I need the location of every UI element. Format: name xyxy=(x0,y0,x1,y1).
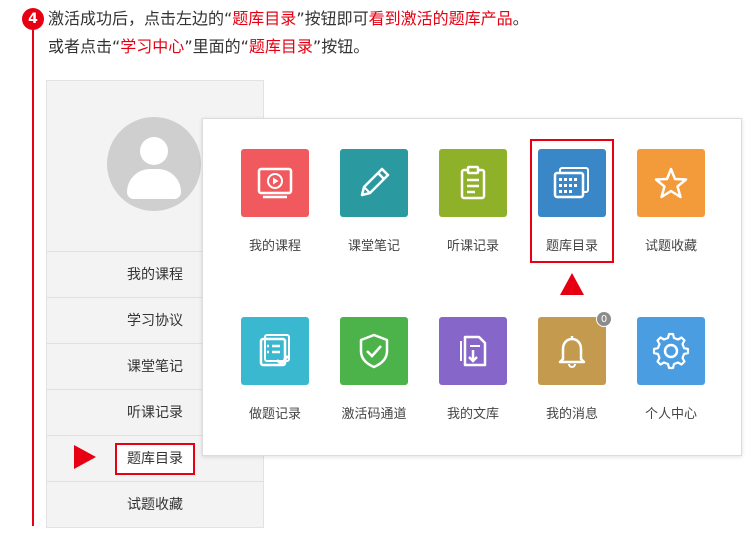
sidebar-item-favorite-questions[interactable]: 试题收藏 xyxy=(47,481,263,527)
bell-icon xyxy=(552,331,592,371)
instruction-text: ”按钮即可 xyxy=(296,9,369,28)
tile-label: 激活码通道 xyxy=(341,407,407,422)
learning-center-grid: 我的课程 课堂笔记 听课记录 题库目录 试题收藏 做题记录 激活码通道 我的文库… xyxy=(202,118,742,456)
tile-icon-box xyxy=(439,149,507,217)
star-icon xyxy=(651,163,691,203)
instruction-highlight: 题库目录 xyxy=(248,37,313,56)
tile-my-library[interactable]: 我的文库 xyxy=(433,317,513,422)
tile-icon-box: 0 xyxy=(538,311,612,385)
tile-icon-box xyxy=(637,149,705,217)
instruction-text: 或者点击“ xyxy=(48,37,121,56)
tile-icon-box xyxy=(637,317,705,385)
question-bank-highlight xyxy=(530,139,614,263)
instruction-highlight: 看到激活的题库产品 xyxy=(368,9,513,28)
instruction-text: ”按钮。 xyxy=(312,37,370,56)
tile-label: 我的课程 xyxy=(248,239,301,254)
tile-label: 我的文库 xyxy=(446,407,499,422)
tile-icon-box xyxy=(439,317,507,385)
tile-favorite-questions[interactable]: 试题收藏 xyxy=(631,149,711,254)
record-icon xyxy=(255,331,295,371)
tile-icon-box xyxy=(340,317,408,385)
tile-label: 课堂笔记 xyxy=(347,239,400,254)
shield-check-icon xyxy=(354,331,394,371)
instruction-highlight: 学习中心 xyxy=(120,37,185,56)
pointer-arrow-right xyxy=(74,445,96,469)
tile-icon-box xyxy=(241,149,309,217)
step-number-badge: 4 xyxy=(22,8,44,30)
sidebar-item-label: 题库目录 xyxy=(115,443,195,475)
instruction-text: 。 xyxy=(512,9,529,28)
tile-label: 个人中心 xyxy=(644,407,697,422)
sidebar-item-label: 听课记录 xyxy=(127,405,183,421)
tile-icon-box xyxy=(340,149,408,217)
avatar-body xyxy=(127,169,181,199)
sidebar-item-label: 我的课程 xyxy=(127,267,183,283)
pencil-icon xyxy=(354,163,394,203)
tile-my-messages[interactable]: 0 我的消息 xyxy=(532,311,612,422)
step-divider-line xyxy=(32,30,34,526)
instruction-text: ”里面的“ xyxy=(184,37,249,56)
tile-class-notes[interactable]: 课堂笔记 xyxy=(334,149,414,254)
document-icon xyxy=(453,331,493,371)
sidebar-item-label: 试题收藏 xyxy=(127,497,183,513)
video-icon xyxy=(255,163,295,203)
sidebar-item-label: 学习协议 xyxy=(127,313,183,329)
tile-my-courses[interactable]: 我的课程 xyxy=(235,149,315,254)
tile-label: 听课记录 xyxy=(446,239,499,254)
instruction-line-1: 激活成功后，点击左边的“题库目录”按钮即可看到激活的题库产品。 xyxy=(48,9,529,29)
gear-icon xyxy=(651,331,691,371)
clipboard-icon xyxy=(453,163,493,203)
tile-personal-center[interactable]: 个人中心 xyxy=(631,317,711,422)
avatar[interactable] xyxy=(107,117,201,211)
tile-label: 做题记录 xyxy=(248,407,301,422)
instruction-text: 激活成功后，点击左边的“ xyxy=(48,9,233,28)
message-count-badge: 0 xyxy=(596,311,612,327)
pointer-arrow-up xyxy=(560,273,584,295)
tile-lecture-history[interactable]: 听课记录 xyxy=(433,149,513,254)
instruction-highlight: 题库目录 xyxy=(232,9,297,28)
tile-label: 试题收藏 xyxy=(644,239,697,254)
avatar-head xyxy=(140,137,168,165)
tile-activation-code[interactable]: 激活码通道 xyxy=(334,317,414,422)
instruction-line-2: 或者点击“学习中心”里面的“题库目录”按钮。 xyxy=(48,37,369,57)
sidebar-item-label: 课堂笔记 xyxy=(127,359,183,375)
tile-label: 我的消息 xyxy=(545,407,598,422)
tile-exercise-history[interactable]: 做题记录 xyxy=(235,317,315,422)
tile-icon-box xyxy=(241,317,309,385)
